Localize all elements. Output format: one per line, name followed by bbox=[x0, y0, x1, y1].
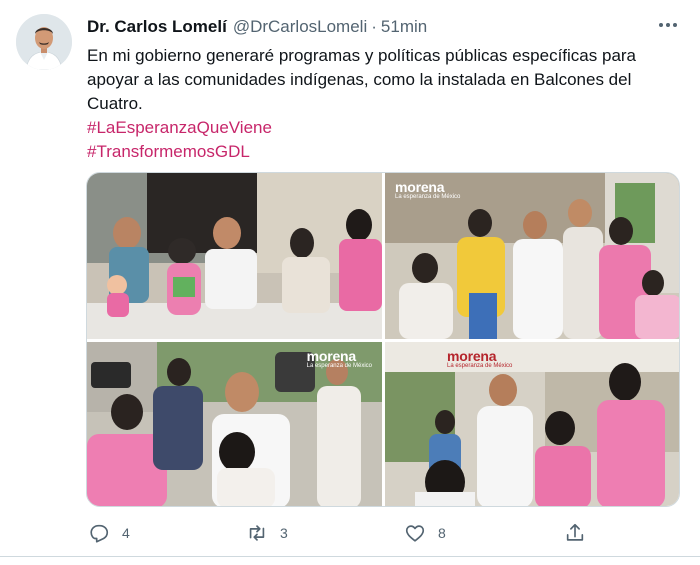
morena-logo-subtext: La esperanza de México bbox=[306, 363, 372, 369]
media-photo[interactable] bbox=[87, 173, 382, 339]
morena-logo: morena La esperanza de México bbox=[447, 349, 512, 370]
morena-logo-subtext: La esperanza de México bbox=[395, 194, 461, 200]
morena-logo-subtext: La esperanza de México bbox=[447, 363, 513, 369]
hashtag-link[interactable]: #LaEsperanzaQueViene bbox=[87, 116, 272, 140]
media-grid: morena La esperanza de México morena La … bbox=[86, 172, 680, 507]
reply-button[interactable]: 4 bbox=[88, 518, 130, 548]
header-separator: · bbox=[371, 17, 377, 36]
media-photo[interactable]: morena La esperanza de México bbox=[87, 342, 382, 506]
retweet-icon bbox=[246, 522, 268, 544]
like-button[interactable]: 8 bbox=[404, 518, 446, 548]
author-name[interactable]: Dr. Carlos Lomelí bbox=[87, 17, 227, 37]
morena-logo: morena La esperanza de México bbox=[307, 349, 372, 370]
author-handle[interactable]: @DrCarlosLomeli bbox=[233, 17, 367, 37]
divider bbox=[0, 556, 700, 557]
avatar[interactable] bbox=[16, 14, 72, 70]
retweet-button[interactable]: 3 bbox=[246, 518, 288, 548]
like-count: 8 bbox=[438, 525, 446, 541]
morena-logo-text: morena bbox=[447, 348, 497, 364]
tweet-actions: 4 3 8 bbox=[86, 518, 606, 548]
morena-logo-text: morena bbox=[306, 348, 357, 364]
tweet-header: Dr. Carlos Lomelí @DrCarlosLomeli · 51mi… bbox=[87, 16, 427, 38]
tweet-card[interactable]: Dr. Carlos Lomelí @DrCarlosLomeli · 51mi… bbox=[0, 0, 700, 565]
share-icon bbox=[564, 522, 586, 544]
like-icon bbox=[404, 522, 426, 544]
morena-logo: morena La esperanza de México bbox=[395, 180, 460, 201]
share-button[interactable] bbox=[564, 518, 586, 548]
media-photo[interactable]: morena La esperanza de México bbox=[385, 173, 679, 339]
morena-logo-text: morena bbox=[395, 179, 445, 195]
hashtag-link[interactable]: #TransformemosGDL bbox=[87, 140, 250, 164]
tweet-timestamp[interactable]: 51min bbox=[381, 17, 427, 37]
media-photo[interactable]: morena La esperanza de México bbox=[385, 342, 679, 506]
more-icon[interactable] bbox=[655, 14, 681, 36]
tweet-text: En mi gobierno generaré programas y polí… bbox=[87, 46, 637, 113]
retweet-count: 3 bbox=[280, 525, 288, 541]
reply-count: 4 bbox=[122, 525, 130, 541]
reply-icon bbox=[88, 522, 110, 544]
